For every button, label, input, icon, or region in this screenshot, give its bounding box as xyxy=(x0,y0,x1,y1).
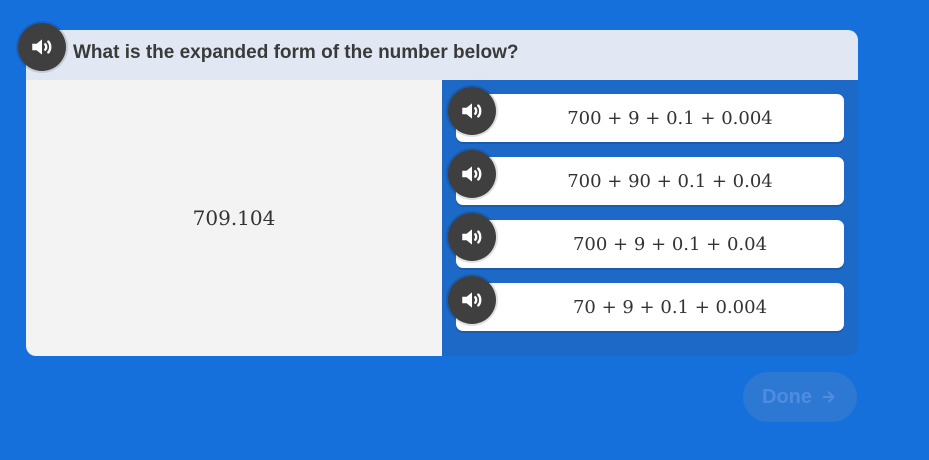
speaker-icon xyxy=(32,39,52,55)
question-header: What is the expanded form of the number … xyxy=(26,30,858,80)
question-text: What is the expanded form of the number … xyxy=(73,42,519,63)
question-stem-area: 709.104 xyxy=(26,80,442,356)
answer-option-4[interactable]: 70 + 9 + 0.1 + 0.004 xyxy=(456,283,844,331)
question-read-aloud-button[interactable] xyxy=(18,23,66,71)
arrow-right-icon xyxy=(822,391,835,403)
answer-option-1-text: 700 + 9 + 0.1 + 0.004 xyxy=(567,107,773,129)
speaker-icon xyxy=(462,166,482,182)
answer-options-area: 700 + 9 + 0.1 + 0.004 700 + 90 + 0.1 + 0… xyxy=(442,80,858,356)
speaker-icon xyxy=(462,229,482,245)
answer-option-2-text: 700 + 90 + 0.1 + 0.04 xyxy=(567,170,773,192)
answer-option-3-text: 700 + 9 + 0.1 + 0.04 xyxy=(572,233,768,255)
answer-option-4-text: 70 + 9 + 0.1 + 0.004 xyxy=(572,296,768,318)
done-button-label: Done xyxy=(762,385,812,408)
answer-option-2[interactable]: 700 + 90 + 0.1 + 0.04 xyxy=(456,157,844,205)
done-button[interactable]: Done xyxy=(743,372,857,422)
answer-option-3-read-aloud-button[interactable] xyxy=(448,213,496,261)
speaker-icon xyxy=(462,103,482,119)
answer-option-1[interactable]: 700 + 9 + 0.1 + 0.004 xyxy=(456,94,844,142)
answer-option-3[interactable]: 700 + 9 + 0.1 + 0.04 xyxy=(456,220,844,268)
question-panel: What is the expanded form of the number … xyxy=(26,30,858,356)
answer-option-1-read-aloud-button[interactable] xyxy=(448,87,496,135)
answer-option-2-read-aloud-button[interactable] xyxy=(448,150,496,198)
speaker-icon xyxy=(462,292,482,308)
answer-option-4-read-aloud-button[interactable] xyxy=(448,276,496,324)
stem-number: 709.104 xyxy=(192,206,276,230)
